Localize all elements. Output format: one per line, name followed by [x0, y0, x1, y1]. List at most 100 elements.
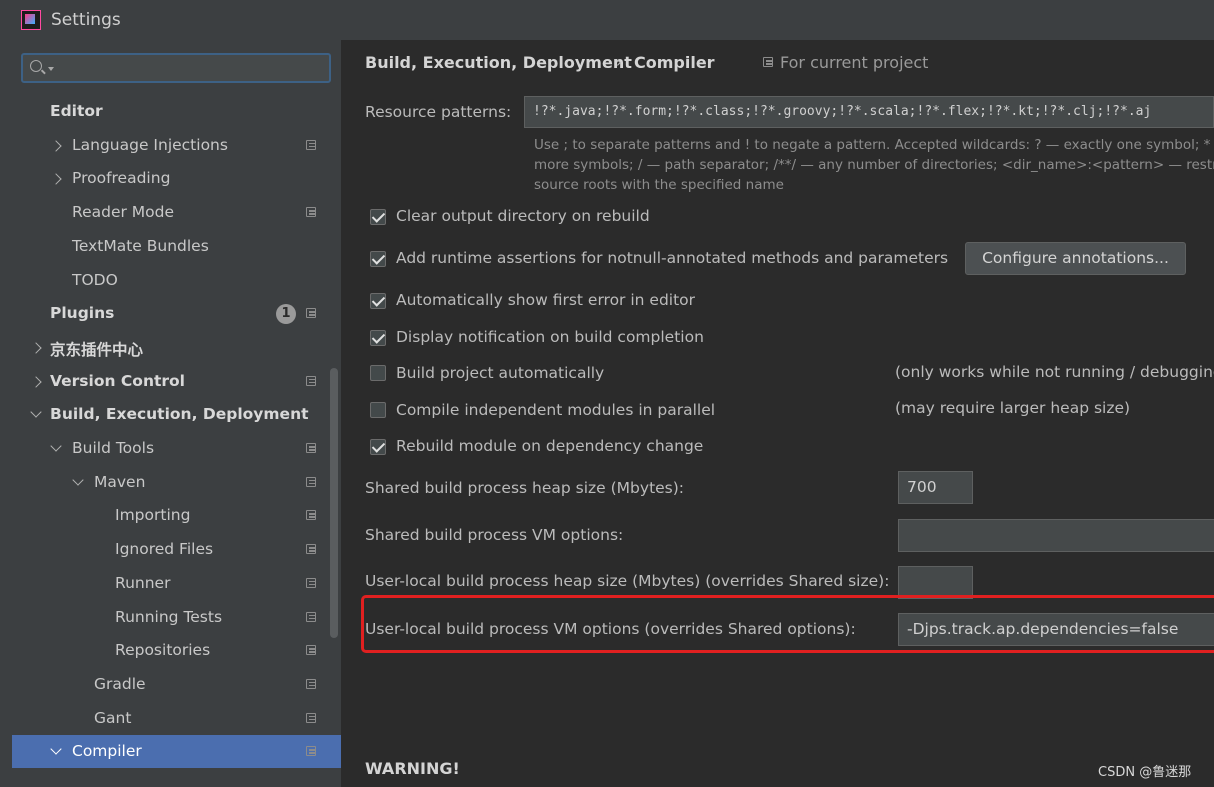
sidebar-item-runner[interactable]: Runner: [12, 567, 341, 600]
project-scope-icon: [306, 443, 316, 453]
sidebar-item-gant[interactable]: Gant: [12, 702, 341, 735]
sidebar-item-plugins[interactable]: Plugins 1: [12, 297, 341, 330]
warning-title: WARNING!: [365, 759, 460, 778]
build-automatically-note: (only works while not running / debuggin…: [895, 363, 1214, 381]
project-scope-icon: [306, 308, 316, 319]
sidebar-item-label: TODO: [72, 270, 118, 289]
chevron-right-icon[interactable]: [50, 173, 62, 186]
clear-output-label[interactable]: Clear output directory on rebuild: [396, 207, 650, 225]
sidebar-item-build-tools[interactable]: Build Tools: [12, 432, 341, 465]
breadcrumb-parent[interactable]: Build, Execution, Deployment: [365, 53, 632, 72]
sidebar-item-importing[interactable]: Importing: [12, 499, 341, 532]
sidebar-item-build-execution-deployment[interactable]: Build, Execution, Deployment: [12, 398, 341, 431]
chevron-down-icon[interactable]: [72, 474, 84, 486]
show-first-error-label[interactable]: Automatically show first error in editor: [396, 291, 695, 309]
sidebar-item-version-control[interactable]: Version Control: [12, 365, 341, 398]
sidebar-item-todo[interactable]: TODO: [12, 264, 341, 297]
build-automatically-label[interactable]: Build project automatically: [396, 364, 604, 382]
show-first-error-checkbox[interactable]: [370, 293, 386, 309]
resource-patterns-hint: Use ; to separate patterns and ! to nega…: [534, 137, 1214, 153]
sidebar-item-label: Gant: [94, 708, 132, 727]
sidebar-item-label: Language Injections: [72, 135, 228, 154]
compile-parallel-note: (may require larger heap size): [895, 399, 1131, 417]
runtime-assertions-checkbox[interactable]: [370, 251, 386, 267]
sidebar-item-label: Editor: [50, 102, 103, 120]
watermark: CSDN @鲁迷那: [1098, 765, 1192, 780]
sidebar-item-label: Runner: [115, 573, 171, 592]
search-icon: [30, 60, 42, 72]
project-scope-icon: [763, 57, 773, 67]
shared-vm-options-input[interactable]: [898, 519, 1214, 552]
project-scope-icon: [306, 207, 316, 218]
update-count-badge: 1: [276, 304, 296, 325]
background-window-edge: [0, 40, 12, 787]
chevron-down-icon[interactable]: [50, 440, 62, 452]
window-title: Settings: [51, 10, 121, 30]
sidebar-item-label: Build Tools: [72, 439, 155, 457]
sidebar-item-maven[interactable]: Maven: [12, 466, 341, 499]
project-scope-icon: [306, 577, 316, 588]
settings-tree: Editor Language Injections Proofreading Rea…: [12, 95, 341, 787]
chevron-right-icon[interactable]: [30, 375, 42, 388]
build-automatically-checkbox[interactable]: [370, 365, 386, 381]
rebuild-module-label[interactable]: Rebuild module on dependency change: [396, 437, 703, 455]
sidebar-item-ignored-files[interactable]: Ignored Files: [12, 533, 341, 566]
search-input[interactable]: [21, 53, 331, 83]
rebuild-module-checkbox[interactable]: [370, 439, 386, 455]
chevron-down-icon[interactable]: [30, 406, 42, 418]
sidebar-item-reader-mode[interactable]: Reader Mode: [12, 196, 341, 229]
sidebar-item-compiler[interactable]: Compiler: [12, 735, 341, 769]
sidebar-item-repositories[interactable]: Repositories: [12, 634, 341, 667]
sidebar-scrollbar[interactable]: [330, 368, 338, 638]
shared-heap-label: Shared build process heap size (Mbytes):: [365, 479, 685, 497]
sidebar-item-editor[interactable]: Editor: [12, 95, 341, 128]
sidebar-item-label: Ignored Files: [115, 540, 214, 559]
project-scope-icon: [306, 544, 316, 555]
sidebar-item-label: Plugins: [50, 304, 115, 323]
project-scope-icon: [306, 746, 316, 757]
sidebar-item-label: Maven: [94, 472, 146, 491]
sidebar-item-proofreading[interactable]: Proofreading: [12, 162, 341, 195]
sidebar-item-label: 京东插件中心: [50, 340, 144, 359]
project-scope-icon: [306, 712, 316, 723]
breadcrumb-separator: ›: [616, 53, 622, 71]
project-scope-icon: [306, 678, 316, 689]
scope-label: For current project: [780, 53, 929, 72]
compile-parallel-label[interactable]: Compile independent modules in parallel: [396, 401, 715, 419]
breadcrumb-current: Compiler: [634, 53, 715, 72]
compile-parallel-checkbox[interactable]: [370, 402, 386, 418]
resource-patterns-hint: more symbols; / — path separator; /**/ —…: [534, 157, 1214, 173]
project-scope-icon: [306, 139, 316, 150]
chevron-right-icon[interactable]: [50, 140, 62, 152]
sidebar-item-label: Version Control: [50, 371, 185, 390]
display-notification-label[interactable]: Display notification on build completion: [396, 328, 704, 346]
title-bar: Settings: [0, 0, 1214, 40]
annotation-highlight-box: [361, 595, 1214, 653]
sidebar-item-running-tests[interactable]: Running Tests: [12, 601, 341, 634]
sidebar-item-textmate-bundles[interactable]: TextMate Bundles: [12, 230, 341, 263]
resource-patterns-input[interactable]: !?*.java;!?*.form;!?*.class;!?*.groovy;!…: [524, 96, 1214, 128]
sidebar-item-item-7[interactable]: 京东插件中心: [12, 331, 341, 364]
user-heap-label: User-local build process heap size (Mbyt…: [365, 572, 890, 590]
search-history-dropdown-icon[interactable]: [48, 67, 54, 71]
configure-annotations-button[interactable]: Configure annotations...: [965, 242, 1186, 275]
intellij-logo-icon: [21, 10, 41, 30]
sidebar-item-gradle[interactable]: Gradle: [12, 668, 341, 701]
settings-sidebar: Editor Language Injections Proofreading Rea…: [12, 40, 341, 787]
sidebar-item-label: TextMate Bundles: [72, 236, 209, 255]
sidebar-item-label: Proofreading: [72, 169, 171, 188]
chevron-right-icon[interactable]: [30, 342, 42, 354]
sidebar-item-language-injections[interactable]: Language Injections: [12, 129, 341, 162]
chevron-down-icon[interactable]: [50, 743, 62, 755]
sidebar-item-label: Compiler: [72, 742, 142, 761]
project-scope-icon: [306, 476, 316, 487]
clear-output-checkbox[interactable]: [370, 209, 386, 225]
runtime-assertions-label[interactable]: Add runtime assertions for notnull-annot…: [396, 249, 948, 267]
shared-heap-input[interactable]: 700: [898, 471, 973, 504]
resource-patterns-hint: source roots with the specified name: [534, 177, 784, 193]
settings-content: Build, Execution, Deployment › Compiler …: [341, 40, 1214, 787]
sidebar-item-label: Reader Mode: [72, 203, 175, 222]
display-notification-checkbox[interactable]: [370, 330, 386, 346]
project-scope-icon: [306, 611, 316, 622]
project-scope-icon: [306, 510, 316, 521]
